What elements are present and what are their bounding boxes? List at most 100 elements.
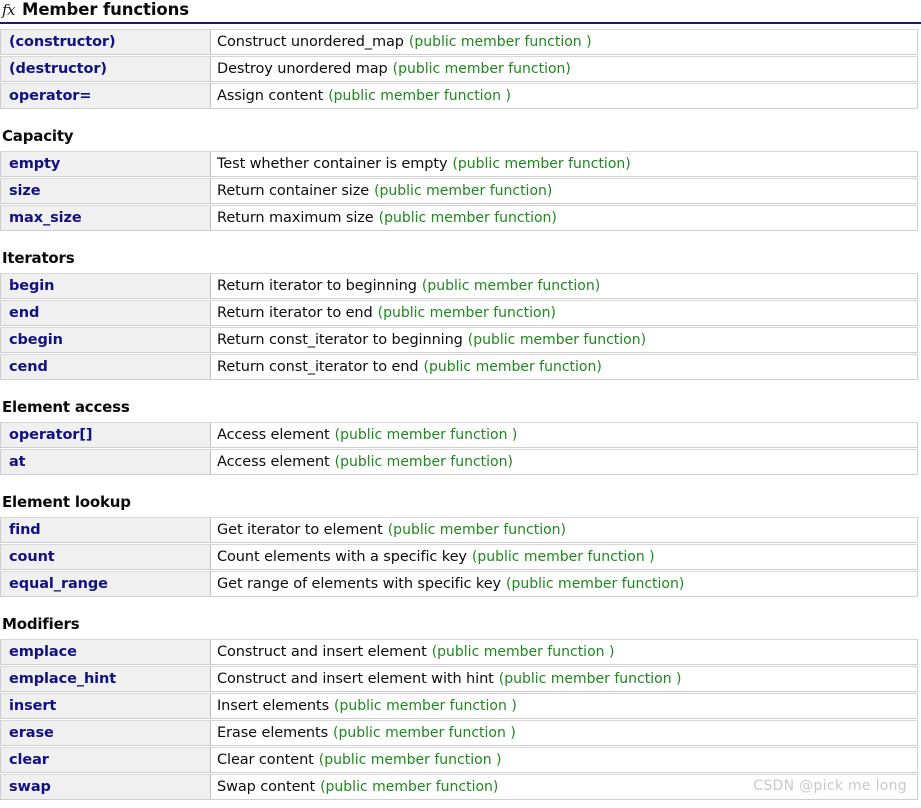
member-kind-text: (public member function) [387,521,566,538]
member-description-cell: Construct unordered_map (public member fu… [211,29,917,54]
member-description-text: Access element [217,453,330,470]
section-heading: Modifiers [2,614,80,633]
member-name-link[interactable]: equal_range [9,576,108,592]
member-description-text: Return iterator to end [217,304,373,321]
member-name-cell[interactable]: operator= [1,83,211,108]
table-row[interactable]: find Get iterator to element (public membe… [0,516,918,543]
member-name-link[interactable]: cbegin [9,332,63,348]
table-row[interactable]: size Return container size (public member … [0,177,918,204]
member-name-cell[interactable]: cend [1,354,211,379]
table-row[interactable]: emplace Construct and insert element (publ… [0,638,918,665]
table-row[interactable]: emplace_hint Construct and insert element… [0,665,918,692]
table-row[interactable]: max_size Return maximum size (public membe… [0,204,918,231]
table-row[interactable]: end Return iterator to end (public member … [0,299,918,326]
page-title: Member functions [22,0,190,19]
member-description-cell: Return container size (public member func… [211,178,917,203]
member-description-text: Get range of elements with specific key [217,575,502,592]
member-name-cell[interactable]: emplace_hint [1,666,211,691]
member-name-cell[interactable]: size [1,178,211,203]
member-kind-text: (public member function) [506,575,685,592]
sections-container: (constructor) Construct unordered_map (pub… [0,28,921,800]
member-name-link[interactable]: find [9,522,41,538]
member-function-table: begin Return iterator to beginning (public… [0,272,918,380]
table-row[interactable]: swap Swap content (public member function) [0,773,918,800]
member-name-cell[interactable]: clear [1,747,211,772]
member-description-cell: Destroy unordered map (public member func… [211,56,917,81]
member-description-cell: Return maximum size (public member functi… [211,205,917,230]
member-name-cell[interactable]: empty [1,151,211,176]
member-name-link[interactable]: (constructor) [9,34,116,50]
member-kind-text: (public member function) [378,209,557,226]
member-name-cell[interactable]: cbegin [1,327,211,352]
member-name-cell[interactable]: end [1,300,211,325]
table-row[interactable]: empty Test whether container is empty (pub… [0,150,918,177]
member-description-cell: Assign content (public member function ) [211,83,917,108]
member-name-cell[interactable]: swap [1,774,211,799]
member-name-cell[interactable]: (constructor) [1,29,211,54]
member-description-cell: Get iterator to element (public member fu… [211,517,917,542]
member-name-link[interactable]: begin [9,278,54,294]
member-name-cell[interactable]: insert [1,693,211,718]
member-kind-text: (public member function) [374,182,553,199]
member-function-table: (constructor) Construct unordered_map (pub… [0,28,918,109]
table-row[interactable]: operator= Assign content (public member fu… [0,82,918,109]
member-name-link[interactable]: clear [9,752,49,768]
member-name-link[interactable]: end [9,305,39,321]
member-kind-text: (public member function ) [334,697,517,714]
table-row[interactable]: erase Erase elements (public member functi… [0,719,918,746]
member-name-cell[interactable]: operator[] [1,422,211,447]
member-kind-text: (public member function) [423,358,602,375]
member-name-link[interactable]: emplace [9,644,77,660]
member-description-text: Return const_iterator to end [217,358,419,375]
member-name-link[interactable]: insert [9,698,56,714]
member-name-cell[interactable]: (destructor) [1,56,211,81]
member-name-link[interactable]: at [9,454,26,470]
member-description-text: Construct and insert element [217,643,427,660]
member-function-table: find Get iterator to element (public membe… [0,516,918,597]
member-name-cell[interactable]: begin [1,273,211,298]
member-name-link[interactable]: size [9,183,41,199]
table-row[interactable]: (constructor) Construct unordered_map (pub… [0,28,918,55]
member-name-link[interactable]: operator[] [9,427,93,443]
table-row[interactable]: at Access element (public member function) [0,448,918,475]
function-fx-icon: fx [2,1,16,19]
table-row[interactable]: cbegin Return const_iterator to beginning… [0,326,918,353]
table-row[interactable]: cend Return const_iterator to end (public … [0,353,918,380]
member-name-link[interactable]: operator= [9,88,92,104]
member-name-link[interactable]: erase [9,725,54,741]
member-name-link[interactable]: emplace_hint [9,671,116,687]
member-kind-text: (public member function) [377,304,556,321]
member-name-cell[interactable]: find [1,517,211,542]
table-row[interactable]: operator[] Access element (public member f… [0,421,918,448]
member-function-table: operator[] Access element (public member f… [0,421,918,475]
member-description-cell: Return iterator to end (public member fun… [211,300,917,325]
member-description-text: Construct and insert element with hint [217,670,494,687]
member-name-cell[interactable]: at [1,449,211,474]
member-kind-text: (public member function ) [431,643,615,660]
member-description-cell: Access element (public member function) [211,449,917,474]
member-name-link[interactable]: cend [9,359,48,375]
member-description-cell: Erase elements (public member function ) [211,720,917,745]
member-name-link[interactable]: count [9,549,55,565]
member-name-cell[interactable]: count [1,544,211,569]
member-description-cell: Clear content (public member function ) [211,747,917,772]
member-kind-text: (public member function ) [328,87,511,104]
table-row[interactable]: insert Insert elements (public member func… [0,692,918,719]
member-name-cell[interactable]: erase [1,720,211,745]
table-row[interactable]: (destructor) Destroy unordered map (public… [0,55,918,82]
member-name-link[interactable]: max_size [9,210,82,226]
member-description-text: Get iterator to element [217,521,383,538]
member-name-link[interactable]: swap [9,779,51,795]
member-kind-text: (public member function) [392,60,571,77]
member-name-cell[interactable]: emplace [1,639,211,664]
member-name-cell[interactable]: max_size [1,205,211,230]
member-name-link[interactable]: (destructor) [9,61,107,77]
table-row[interactable]: begin Return iterator to beginning (public… [0,272,918,299]
member-name-link[interactable]: empty [9,156,60,172]
member-kind-text: (public member function ) [471,548,655,565]
member-name-cell[interactable]: equal_range [1,571,211,596]
table-row[interactable]: equal_range Get range of elements with sp… [0,570,918,597]
member-kind-text: (public member function) [334,453,513,470]
table-row[interactable]: clear Clear content (public member functio… [0,746,918,773]
table-row[interactable]: count Count elements with a specific key(… [0,543,918,570]
